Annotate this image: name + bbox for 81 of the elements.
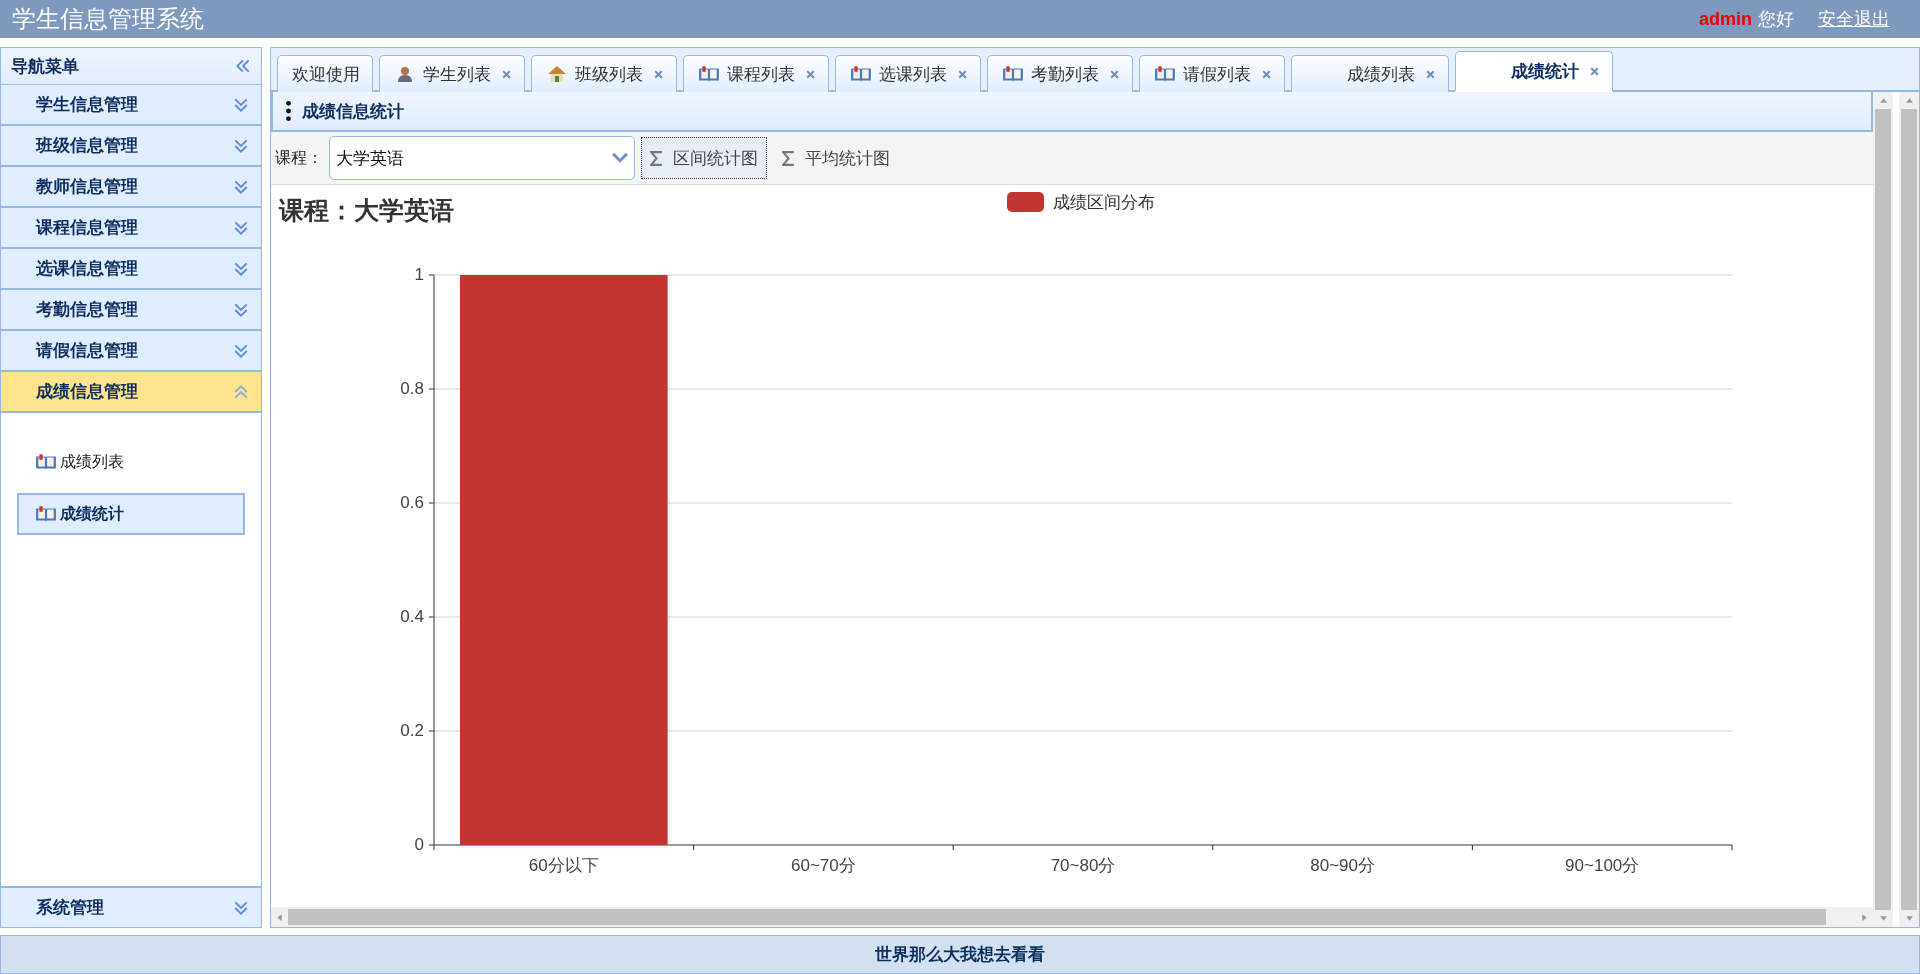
greeting: 您好: [1758, 8, 1794, 31]
y-tick-label: 0.6: [400, 493, 424, 512]
scroll-up-icon[interactable]: [1904, 96, 1914, 105]
tab[interactable]: 班级列表: [531, 55, 677, 92]
book-icon: [850, 65, 872, 83]
chevron-up-icon: [233, 383, 249, 400]
nav-section[interactable]: 教师信息管理: [1, 167, 261, 208]
collapse-icon[interactable]: [235, 58, 251, 74]
footer-text: 世界那么大我想去看看: [875, 944, 1045, 966]
chevron-down-icon: [233, 96, 249, 113]
horizontal-scrollbar[interactable]: [271, 907, 1873, 927]
chart-button[interactable]: 平均统计图: [773, 137, 899, 179]
username: admin: [1699, 8, 1752, 30]
scroll-up-icon[interactable]: [1878, 96, 1888, 105]
panel-title: 成绩信息统计: [302, 100, 404, 123]
chevron-down-icon: [233, 178, 249, 195]
close-icon[interactable]: [1589, 65, 1600, 77]
close-icon[interactable]: [1261, 68, 1272, 80]
book-icon: [698, 65, 720, 83]
chart-button[interactable]: 区间统计图: [641, 137, 767, 179]
book-icon: [1002, 65, 1024, 83]
nav-section[interactable]: 课程信息管理: [1, 208, 261, 249]
chevron-down-icon: [233, 260, 249, 277]
close-icon[interactable]: [1109, 68, 1120, 80]
close-icon[interactable]: [1425, 68, 1436, 80]
x-tick-label: 60分以下: [528, 856, 599, 875]
vertical-scrollbar[interactable]: [1873, 92, 1893, 927]
y-tick-label: 1: [414, 265, 424, 284]
tab[interactable]: 课程列表: [683, 55, 829, 92]
y-tick-label: 0.8: [400, 379, 424, 398]
legend-item[interactable]: 成绩区间分布: [1007, 192, 1155, 212]
x-tick-label: 70~80分: [1050, 856, 1116, 875]
book-icon: [35, 453, 57, 471]
chart-title: 课程：大学英语: [279, 196, 454, 224]
nav-section[interactable]: 请假信息管理: [1, 331, 261, 372]
nav-section[interactable]: 选课信息管理: [1, 249, 261, 290]
x-tick-label: 80~90分: [1310, 856, 1375, 875]
tab[interactable]: 成绩列表: [1291, 55, 1449, 92]
vertical-scrollbar[interactable]: [1899, 92, 1919, 927]
tab[interactable]: 学生列表: [379, 55, 525, 92]
chevron-down-icon: [233, 899, 249, 916]
nav-section[interactable]: 系统管理: [1, 886, 261, 927]
y-tick-label: 0.2: [400, 721, 424, 740]
legend-label: 成绩区间分布: [1053, 193, 1155, 212]
more-icon[interactable]: [285, 100, 292, 122]
close-icon[interactable]: [653, 68, 664, 80]
close-icon[interactable]: [805, 68, 816, 80]
scroll-right-icon[interactable]: [1860, 912, 1869, 922]
course-select[interactable]: 大学英语: [329, 136, 635, 180]
chevron-down-icon: [233, 301, 249, 318]
nav-link[interactable]: 成绩统计: [17, 493, 245, 535]
scroll-down-icon[interactable]: [1904, 914, 1914, 923]
tab[interactable]: 考勤列表: [987, 55, 1133, 92]
tab[interactable]: 请假列表: [1139, 55, 1285, 92]
sidebar-title: 导航菜单: [11, 55, 80, 78]
y-tick-label: 0.4: [400, 607, 424, 626]
close-icon[interactable]: [957, 68, 968, 80]
scroll-down-icon[interactable]: [1878, 914, 1888, 923]
tab[interactable]: 选课列表: [835, 55, 981, 92]
sigma-icon: [782, 150, 795, 166]
chevron-down-icon: [233, 342, 249, 359]
chevron-down-icon: [233, 219, 249, 236]
sigma-icon: [650, 150, 663, 166]
nav-section[interactable]: 考勤信息管理: [1, 290, 261, 331]
book-icon: [35, 505, 57, 523]
tab[interactable]: 成绩统计: [1455, 51, 1613, 92]
chevron-down-icon: [233, 137, 249, 154]
app-title: 学生信息管理系统: [12, 4, 205, 34]
house-icon: [546, 65, 568, 83]
x-tick-label: 60~70分: [791, 856, 856, 875]
close-icon[interactable]: [501, 68, 512, 80]
nav-section[interactable]: 成绩信息管理: [1, 372, 261, 413]
course-label: 课程：: [275, 147, 323, 168]
book-icon: [1154, 65, 1176, 83]
tab[interactable]: 欢迎使用: [277, 55, 373, 92]
nav-section[interactable]: 班级信息管理: [1, 126, 261, 167]
nav-link[interactable]: 成绩列表: [17, 441, 245, 483]
y-tick-label: 0: [414, 835, 424, 854]
scroll-left-icon[interactable]: [275, 912, 284, 922]
nav-section[interactable]: 学生信息管理: [1, 85, 261, 126]
x-tick-label: 90~100分: [1565, 856, 1640, 875]
